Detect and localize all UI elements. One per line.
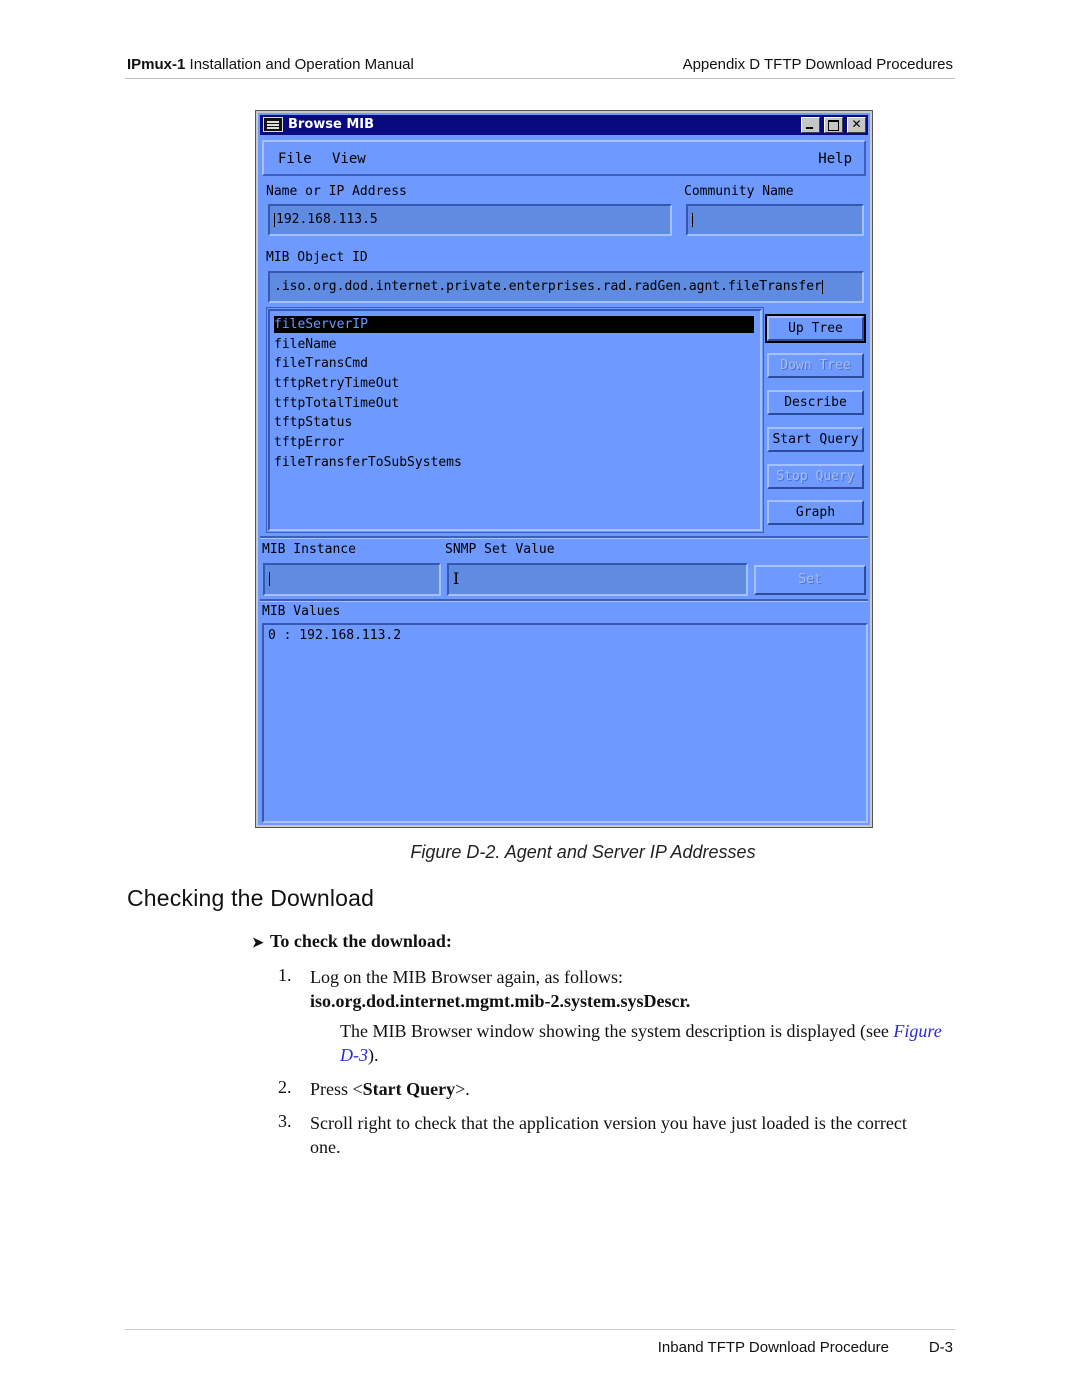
menu-help[interactable]: Help (818, 151, 852, 167)
arrow-icon: ➤ (252, 936, 264, 951)
page-header: IPmux-1 Installation and Operation Manua… (125, 56, 955, 79)
set-button[interactable]: Set (754, 565, 866, 595)
title-bar: Browse MIB ✕ (260, 115, 868, 135)
step-1-text: Log on the MIB Browser again, as follows… (310, 967, 623, 987)
list-item[interactable]: fileTransCmd (274, 355, 368, 372)
figure-caption: Figure D-2. Agent and Server IP Addresse… (410, 842, 756, 862)
name-or-ip-input[interactable]: 192.168.113.5 (268, 204, 672, 236)
app-icon (263, 117, 283, 132)
browse-mib-window: Browse MIB ✕ File View Help Name or IP A… (255, 110, 873, 828)
step-2-pre: Press < (310, 1079, 363, 1099)
name-or-ip-label: Name or IP Address (266, 184, 407, 199)
mib-values-label: MIB Values (262, 604, 341, 619)
snmp-set-value-input[interactable]: I (447, 563, 748, 596)
community-name-input[interactable] (686, 204, 864, 236)
mib-object-id-value: .iso.org.dod.internet.private.enterprise… (274, 279, 822, 294)
section-divider (260, 599, 868, 602)
mib-object-id-input[interactable]: .iso.org.dod.internet.private.enterprise… (268, 271, 864, 303)
describe-button[interactable]: Describe (767, 390, 864, 415)
mib-value-line: 0 : 192.168.113.2 (268, 628, 402, 643)
manual-title: IPmux-1 Installation and Operation Manua… (127, 56, 414, 73)
product-name: IPmux-1 (127, 56, 186, 73)
list-item[interactable]: fileTransferToSubSystems (274, 454, 462, 471)
start-query-button[interactable]: Start Query (767, 427, 864, 452)
close-icon[interactable]: ✕ (847, 117, 866, 133)
menu-view[interactable]: View (332, 151, 366, 167)
menu-bar: File View Help (262, 140, 866, 176)
note-end: ). (368, 1045, 379, 1065)
list-item[interactable]: fileServerIP (274, 316, 754, 333)
footer-title: Inband TFTP Download Procedure (657, 1339, 889, 1356)
menu-file[interactable]: File (278, 151, 312, 167)
mib-object-list[interactable]: fileServerIP fileName fileTransCmd tftpR… (266, 307, 764, 533)
step-text: Press <Start Query>. (310, 1077, 950, 1101)
snmp-set-value-label: SNMP Set Value (445, 542, 555, 557)
minimize-icon[interactable] (801, 117, 820, 133)
mib-object-id-label: MIB Object ID (266, 250, 368, 265)
text-cursor-icon: I (453, 569, 460, 588)
mib-values-box[interactable]: 0 : 192.168.113.2 (262, 623, 868, 823)
page-footer: Inband TFTP Download Procedure D-3 (125, 1329, 955, 1356)
maximize-icon[interactable] (824, 117, 843, 133)
list-item[interactable]: tftpStatus (274, 414, 352, 431)
list-item[interactable]: tftpRetryTimeOut (274, 375, 399, 392)
text-caret (269, 571, 270, 586)
list-item[interactable]: fileName (274, 336, 337, 353)
note-text: The MIB Browser window showing the syste… (340, 1021, 894, 1041)
manual-name: Installation and Operation Manual (189, 56, 414, 73)
step-text: Log on the MIB Browser again, as follows… (310, 965, 950, 1013)
window-title: Browse MIB (288, 117, 375, 132)
step-2-button-name: Start Query (362, 1079, 456, 1099)
section-name: Appendix D TFTP Download Procedures (682, 56, 953, 73)
name-or-ip-value: 192.168.113.5 (276, 212, 378, 227)
step-1-note-text: The MIB Browser window showing the syste… (340, 1019, 960, 1067)
procedure-heading: ➤ To check the download: (252, 931, 452, 952)
step-number: 2. (278, 1077, 292, 1097)
section-heading: Checking the Download (127, 885, 375, 911)
community-name-label: Community Name (684, 184, 794, 199)
list-item[interactable]: tftpTotalTimeOut (274, 395, 399, 412)
down-tree-button[interactable]: Down Tree (767, 353, 864, 378)
page-number: D-3 (928, 1339, 953, 1356)
up-tree-button[interactable]: Up Tree (765, 314, 866, 343)
text-caret (692, 212, 693, 227)
step-number: 1. (278, 965, 292, 985)
stop-query-button[interactable]: Stop Query (767, 464, 864, 489)
list-item[interactable]: tftpError (274, 434, 344, 451)
graph-button[interactable]: Graph (767, 500, 864, 525)
step-text: Scroll right to check that the applicati… (310, 1113, 907, 1157)
step-1-oid: iso.org.dod.internet.mgmt.mib-2.system.s… (310, 991, 691, 1011)
section-divider (260, 536, 868, 539)
mib-instance-input[interactable] (263, 563, 441, 596)
procedure-title: To check the download: (270, 931, 452, 951)
step-2-post: >. (455, 1079, 470, 1099)
mib-instance-label: MIB Instance (262, 542, 356, 557)
text-caret (274, 212, 275, 227)
text-caret (821, 279, 823, 294)
step-number: 3. (278, 1111, 292, 1131)
